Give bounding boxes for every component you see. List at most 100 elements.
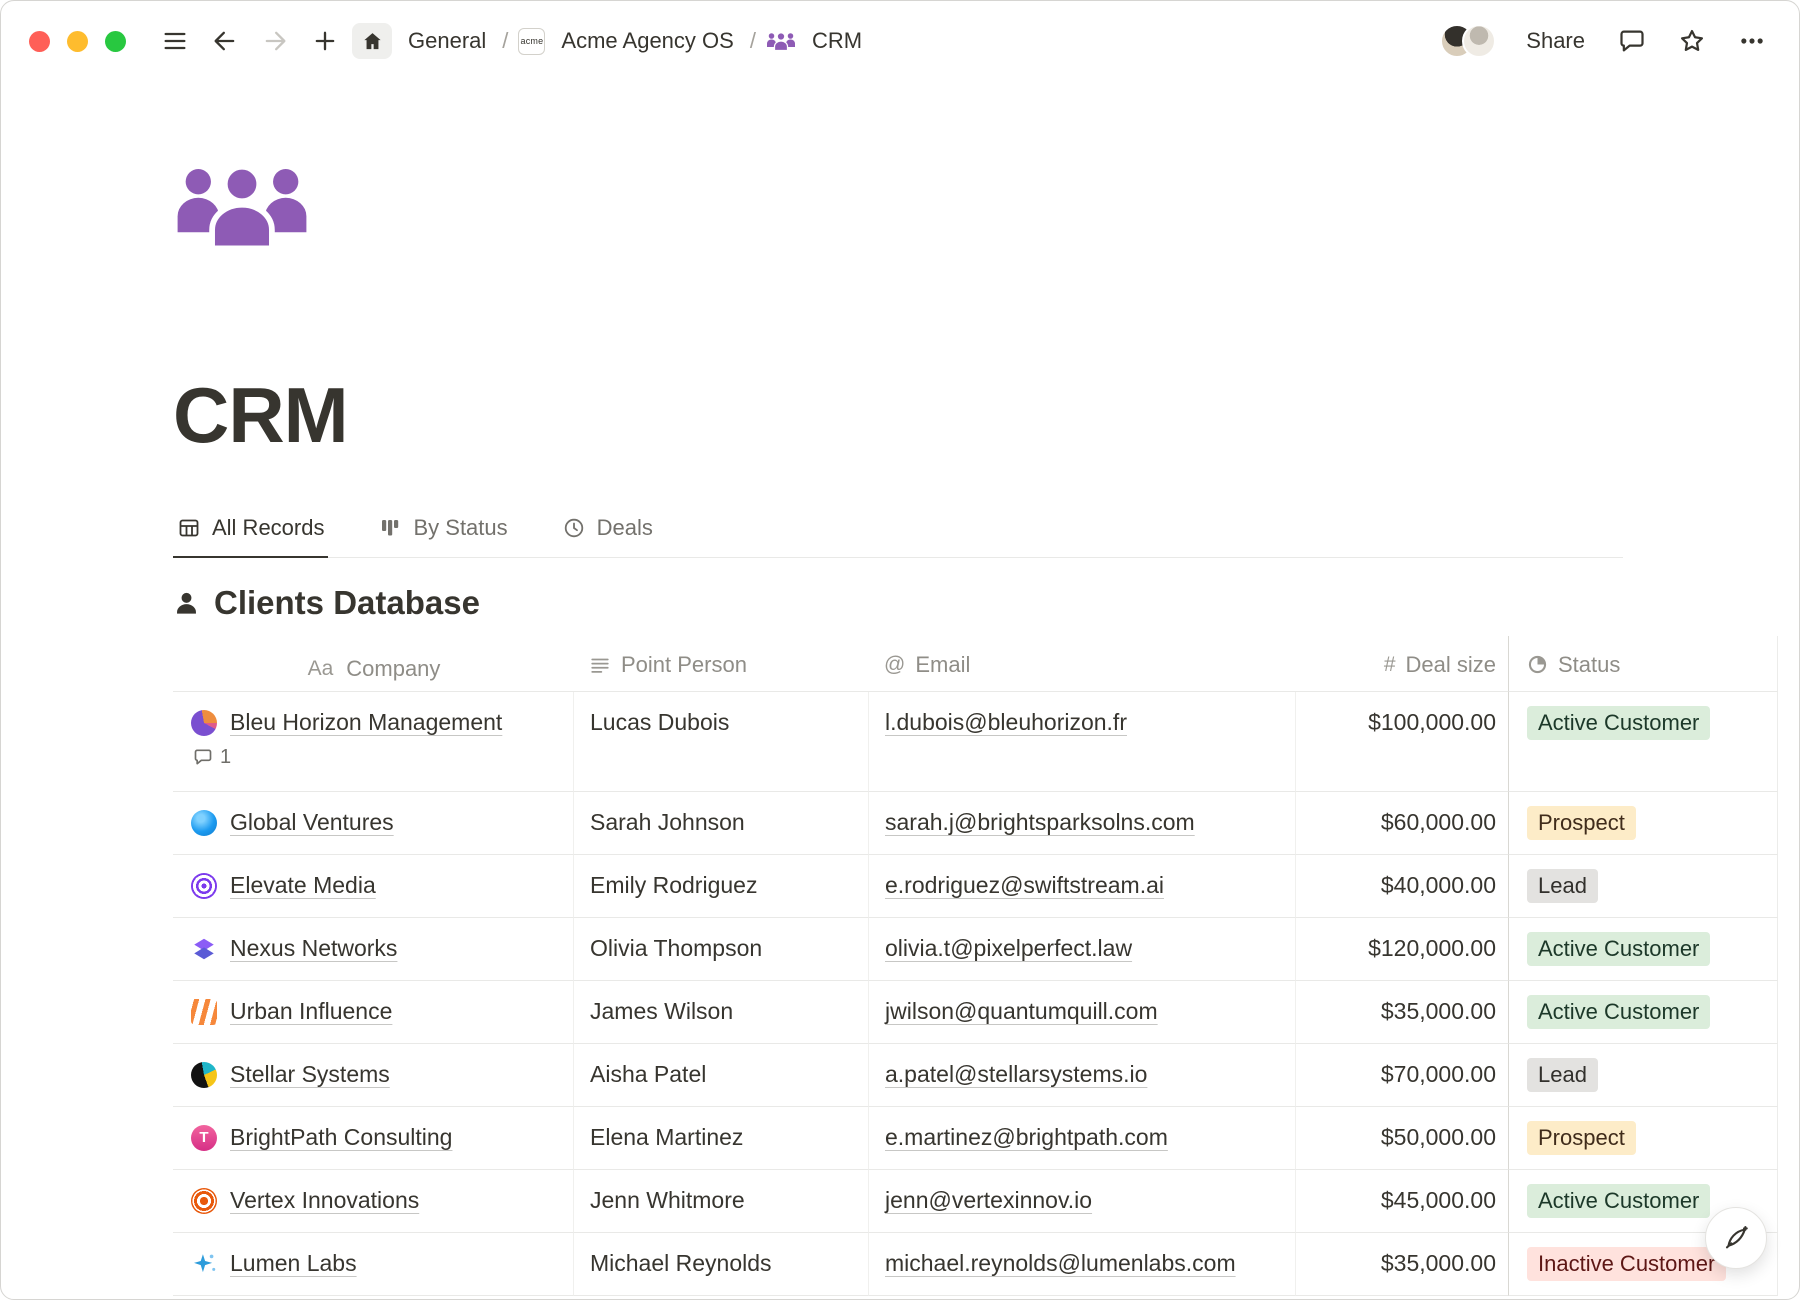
- email-link[interactable]: e.martinez@brightpath.com: [885, 1121, 1168, 1154]
- page-title[interactable]: CRM: [173, 370, 1799, 461]
- home-button[interactable]: [352, 23, 392, 59]
- deal-size-cell[interactable]: $35,000.00: [1295, 981, 1508, 1044]
- email-cell[interactable]: jwilson@quantumquill.com: [868, 981, 1295, 1044]
- table-row[interactable]: Global Ventures Sarah Johnson sarah.j@br…: [173, 792, 1778, 855]
- point-person-cell[interactable]: James Wilson: [573, 981, 868, 1044]
- comments-button[interactable]: [1613, 22, 1651, 60]
- deal-size-cell[interactable]: $70,000.00: [1295, 1044, 1508, 1107]
- table-row[interactable]: Urban Influence James Wilson jwilson@qua…: [173, 981, 1778, 1044]
- status-cell[interactable]: Lead: [1508, 855, 1778, 918]
- company-link[interactable]: Urban Influence: [230, 995, 392, 1028]
- status-badge[interactable]: Lead: [1527, 1058, 1598, 1092]
- comment-count[interactable]: 1: [191, 745, 231, 769]
- deal-size-cell[interactable]: $50,000.00: [1295, 1107, 1508, 1170]
- email-cell[interactable]: e.martinez@brightpath.com: [868, 1107, 1295, 1170]
- tab-deals[interactable]: Deals: [558, 515, 657, 558]
- avatar[interactable]: [1462, 24, 1496, 58]
- favorite-button[interactable]: [1673, 22, 1711, 60]
- table-row[interactable]: Stellar Systems Aisha Patel a.patel@stel…: [173, 1044, 1778, 1107]
- deal-size-cell[interactable]: $40,000.00: [1295, 855, 1508, 918]
- email-link[interactable]: jenn@vertexinnov.io: [885, 1184, 1092, 1217]
- sidebar-menu-button[interactable]: [156, 22, 194, 60]
- deal-size-cell[interactable]: $60,000.00: [1295, 792, 1508, 855]
- close-window-button[interactable]: [29, 31, 50, 52]
- company-link[interactable]: Bleu Horizon Management: [230, 706, 502, 739]
- point-person-cell[interactable]: Emily Rodriguez: [573, 855, 868, 918]
- point-person-cell[interactable]: Michael Reynolds: [573, 1233, 868, 1296]
- zoom-window-button[interactable]: [105, 31, 126, 52]
- email-link[interactable]: michael.reynolds@lumenlabs.com: [885, 1247, 1236, 1280]
- status-badge[interactable]: Active Customer: [1527, 995, 1710, 1029]
- status-badge[interactable]: Prospect: [1527, 1121, 1636, 1155]
- column-header-email[interactable]: @ Email: [868, 636, 1295, 692]
- company-link[interactable]: Global Ventures: [230, 806, 394, 839]
- company-link[interactable]: Elevate Media: [230, 869, 376, 902]
- status-badge[interactable]: Active Customer: [1527, 1184, 1710, 1218]
- column-header-deal-size[interactable]: # Deal size: [1295, 636, 1508, 692]
- table-row[interactable]: Lumen Labs Michael Reynolds michael.reyn…: [173, 1233, 1778, 1296]
- page-icon-people[interactable]: [173, 161, 311, 253]
- point-person-cell[interactable]: Elena Martinez: [573, 1107, 868, 1170]
- deal-size-cell[interactable]: $35,000.00: [1295, 1233, 1508, 1296]
- table-row[interactable]: Nexus Networks Olivia Thompson olivia.t@…: [173, 918, 1778, 981]
- email-link[interactable]: a.patel@stellarsystems.io: [885, 1058, 1147, 1091]
- email-cell[interactable]: e.rodriguez@swiftstream.ai: [868, 855, 1295, 918]
- column-header-point-person[interactable]: Point Person: [573, 636, 868, 692]
- point-person-cell[interactable]: Lucas Dubois: [573, 692, 868, 792]
- status-cell[interactable]: Active Customer: [1508, 692, 1778, 792]
- column-header-company[interactable]: Aa Company: [173, 636, 573, 692]
- presence-avatars[interactable]: [1440, 24, 1496, 58]
- tab-all-records[interactable]: All Records: [173, 515, 328, 558]
- point-person-cell[interactable]: Jenn Whitmore: [573, 1170, 868, 1233]
- company-link[interactable]: BrightPath Consulting: [230, 1121, 452, 1154]
- table-row[interactable]: Bleu Horizon Management 1 Lucas Dubois l…: [173, 692, 1778, 792]
- email-cell[interactable]: olivia.t@pixelperfect.law: [868, 918, 1295, 981]
- email-cell[interactable]: sarah.j@brightsparksolns.com: [868, 792, 1295, 855]
- database-title[interactable]: Clients Database: [214, 584, 480, 622]
- back-button[interactable]: [206, 22, 244, 60]
- email-link[interactable]: l.dubois@bleuhorizon.fr: [885, 706, 1127, 739]
- status-badge[interactable]: Inactive Customer: [1527, 1247, 1726, 1281]
- status-cell[interactable]: Prospect: [1508, 1107, 1778, 1170]
- deal-size-cell[interactable]: $45,000.00: [1295, 1170, 1508, 1233]
- share-button[interactable]: Share: [1520, 24, 1591, 58]
- email-link[interactable]: sarah.j@brightsparksolns.com: [885, 806, 1195, 839]
- point-person-cell[interactable]: Olivia Thompson: [573, 918, 868, 981]
- notion-ai-button[interactable]: [1705, 1207, 1767, 1269]
- status-badge[interactable]: Prospect: [1527, 806, 1636, 840]
- table-row[interactable]: T BrightPath Consulting Elena Martinez e…: [173, 1107, 1778, 1170]
- email-link[interactable]: e.rodriguez@swiftstream.ai: [885, 869, 1164, 902]
- company-link[interactable]: Vertex Innovations: [230, 1184, 419, 1217]
- email-link[interactable]: jwilson@quantumquill.com: [885, 995, 1158, 1028]
- tab-by-status[interactable]: By Status: [374, 515, 511, 558]
- status-cell[interactable]: Active Customer: [1508, 918, 1778, 981]
- forward-button[interactable]: [256, 22, 294, 60]
- table-row[interactable]: Vertex Innovations Jenn Whitmore jenn@ve…: [173, 1170, 1778, 1233]
- deal-size-cell[interactable]: $100,000.00: [1295, 692, 1508, 792]
- status-cell[interactable]: Active Customer: [1508, 981, 1778, 1044]
- email-cell[interactable]: jenn@vertexinnov.io: [868, 1170, 1295, 1233]
- company-link[interactable]: Nexus Networks: [230, 932, 397, 965]
- email-link[interactable]: olivia.t@pixelperfect.law: [885, 932, 1132, 965]
- column-header-status[interactable]: Status: [1508, 636, 1778, 692]
- new-page-button[interactable]: [306, 22, 344, 60]
- breadcrumb-page[interactable]: CRM: [806, 24, 868, 58]
- company-link[interactable]: Lumen Labs: [230, 1247, 357, 1280]
- table-row[interactable]: Elevate Media Emily Rodriguez e.rodrigue…: [173, 855, 1778, 918]
- minimize-window-button[interactable]: [67, 31, 88, 52]
- breadcrumb-workspace[interactable]: Acme Agency OS: [555, 24, 739, 58]
- point-person-cell[interactable]: Sarah Johnson: [573, 792, 868, 855]
- status-badge[interactable]: Lead: [1527, 869, 1598, 903]
- status-badge[interactable]: Active Customer: [1527, 706, 1710, 740]
- breadcrumb-general[interactable]: General: [402, 24, 492, 58]
- company-link[interactable]: Stellar Systems: [230, 1058, 390, 1091]
- status-cell[interactable]: Prospect: [1508, 792, 1778, 855]
- email-cell[interactable]: a.patel@stellarsystems.io: [868, 1044, 1295, 1107]
- point-person-cell[interactable]: Aisha Patel: [573, 1044, 868, 1107]
- status-cell[interactable]: Lead: [1508, 1044, 1778, 1107]
- email-cell[interactable]: l.dubois@bleuhorizon.fr: [868, 692, 1295, 792]
- deal-size-cell[interactable]: $120,000.00: [1295, 918, 1508, 981]
- status-badge[interactable]: Active Customer: [1527, 932, 1710, 966]
- email-cell[interactable]: michael.reynolds@lumenlabs.com: [868, 1233, 1295, 1296]
- more-options-button[interactable]: [1733, 22, 1771, 60]
